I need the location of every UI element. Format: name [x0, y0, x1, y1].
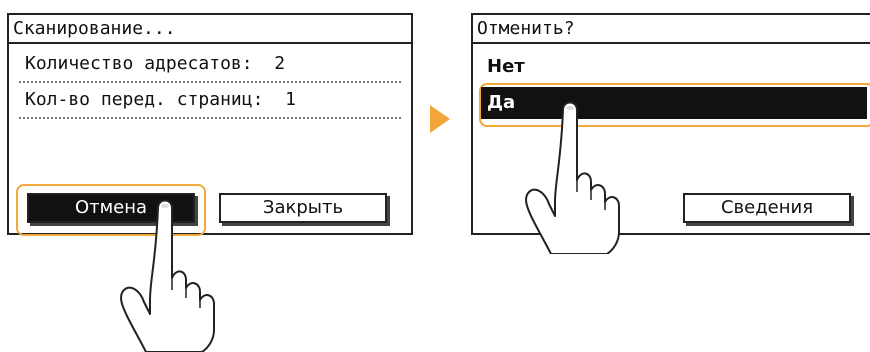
details-button[interactable]: Сведения [683, 193, 851, 223]
hand-pointer-icon [525, 101, 620, 254]
sent-pages-count-row: Кол-во перед. страниц: 1 [19, 83, 401, 119]
option-no[interactable]: Нет [481, 51, 867, 83]
destinations-count-row: Количество адресатов: 2 [19, 47, 401, 83]
close-button[interactable]: Закрыть [219, 193, 387, 223]
arrow-right-icon [430, 105, 450, 133]
hand-pointer-icon [120, 199, 215, 352]
cancel-confirm-title: Отменить? [473, 15, 870, 44]
scanning-title: Сканирование... [9, 15, 411, 44]
